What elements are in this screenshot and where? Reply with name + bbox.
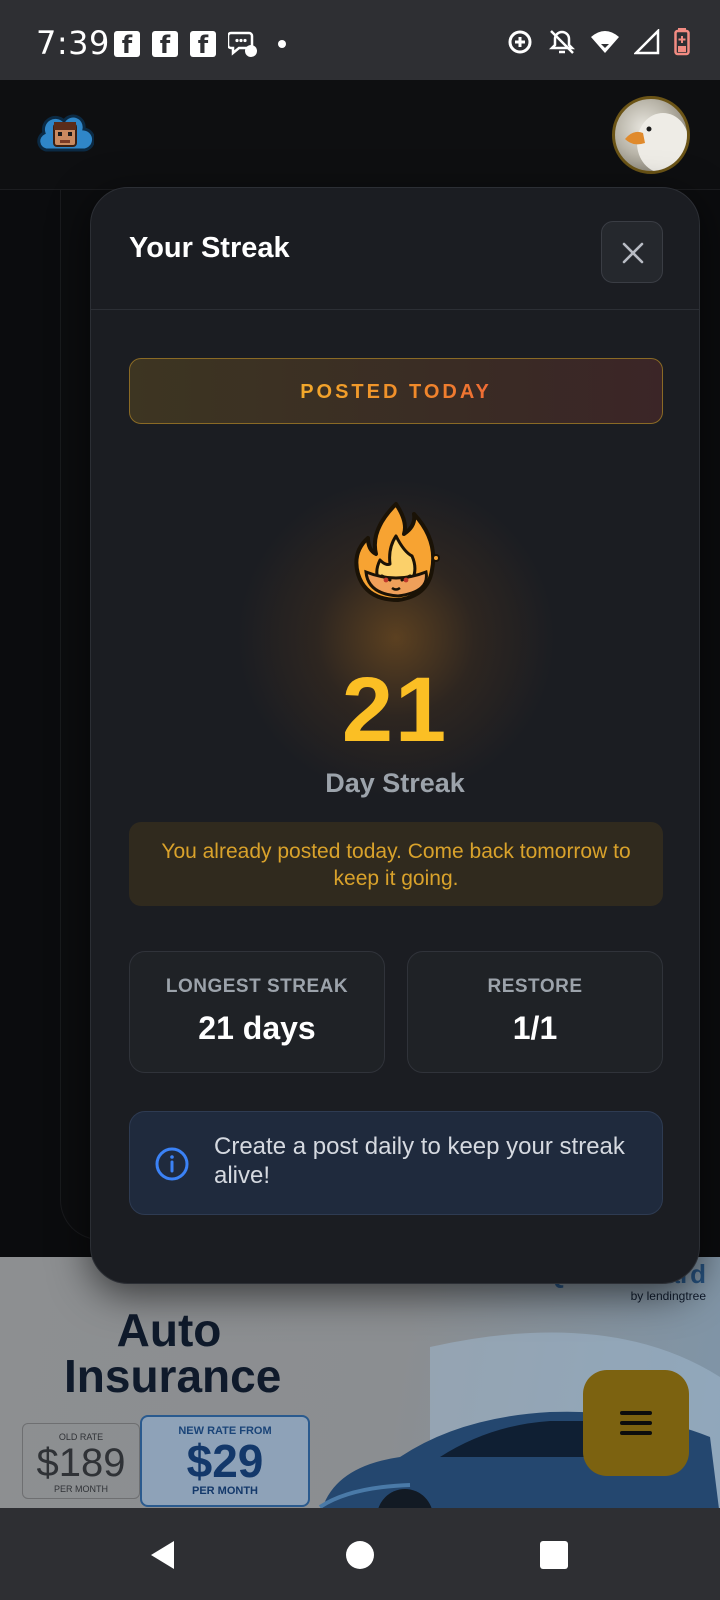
flame-icon [354,502,440,602]
close-icon [622,242,644,264]
longest-streak-card: LONGEST STREAK 21 days [129,951,385,1073]
messenger-icon [228,31,257,57]
modal-header: Your Streak [91,188,699,310]
posted-today-badge: POSTED TODAY [129,358,663,424]
streak-count: 21 [341,659,449,761]
ad-new-rate-unit: PER MONTH [192,1485,258,1497]
restore-card[interactable]: RESTORE 1/1 [407,951,663,1073]
wifi-icon [591,31,619,53]
goose-avatar[interactable] [612,96,690,174]
info-icon [155,1147,189,1181]
posted-today-label: POSTED TODAY [300,381,492,403]
notifications-off-icon [548,30,576,54]
ad-title: Auto Insurance [64,1304,282,1402]
navigation-bar [0,1508,720,1600]
restore-value: 1/1 [512,1010,558,1046]
data-saver-icon [508,30,532,54]
ad-old-rate-unit: PER MONTH [54,1484,108,1494]
screen: 7:39 f f f by lendingtree Auto Insurance… [0,0,720,1600]
more-notifications-dot [278,40,286,48]
app-header [0,80,720,190]
ad-old-rate-price: $189 [36,1441,126,1485]
close-button[interactable] [601,221,663,283]
system-icons [506,28,690,56]
notification-icons: f f f [114,30,286,59]
ad-brand-sub: by lendingtree [630,1289,706,1303]
ad-new-rate: NEW RATE FROM $29 PER MONTH [140,1415,310,1507]
battery-low-icon [674,28,690,56]
ad-old-rate: OLD RATE $189 PER MONTH [22,1423,140,1499]
longest-streak-value: 21 days [198,1010,316,1046]
status-bar: 7:39 f f f [0,0,720,80]
home-icon[interactable] [343,1538,377,1572]
streak-modal: Your Streak POSTED TODAY 21 Day Streak Y… [90,187,700,1284]
menu-icon [620,1411,652,1435]
longest-streak-label: LONGEST STREAK [165,976,349,997]
signal-icon [634,29,660,55]
streak-label: Day Streak [325,768,465,798]
recents-icon[interactable] [537,1538,571,1572]
back-icon[interactable] [146,1538,180,1572]
goose-image [625,113,687,171]
app-logo[interactable] [36,110,94,156]
posted-notice: You already posted today. Come back tomo… [129,822,663,906]
modal-title: Your Streak [129,232,290,264]
info-text: Create a post daily to keep your streak … [214,1133,625,1189]
facebook-icon: f [190,31,216,59]
status-time: 7:39 [36,24,110,62]
menu-fab[interactable] [583,1370,689,1476]
facebook-icon: f [114,31,140,59]
restore-label: RESTORE [487,976,583,997]
ad-new-rate-price: $29 [186,1435,264,1487]
info-box: Create a post daily to keep your streak … [129,1111,663,1215]
facebook-icon: f [152,31,178,59]
